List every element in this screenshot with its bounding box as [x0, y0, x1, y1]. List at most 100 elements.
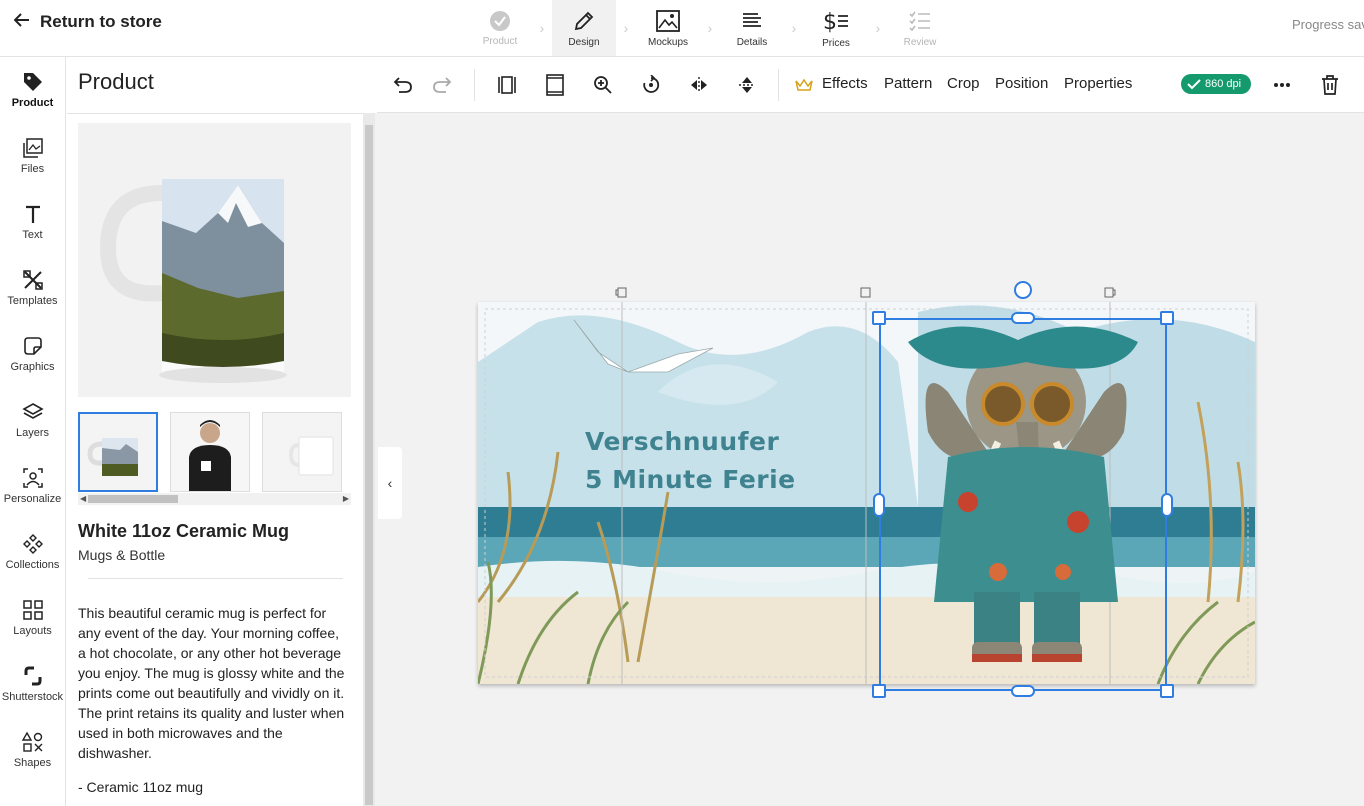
chevron-right-icon: ›	[791, 20, 797, 36]
properties-button[interactable]: Properties	[1064, 75, 1132, 92]
nav-shutterstock[interactable]: Shutterstock	[0, 651, 65, 717]
fit-width-icon[interactable]	[493, 71, 521, 99]
step-label: Prices	[822, 37, 850, 49]
divider	[67, 113, 363, 114]
nav-shapes[interactable]: Shapes	[0, 717, 65, 783]
progress-status: Progress saved	[1292, 17, 1364, 32]
step-product[interactable]: Product	[468, 0, 532, 56]
thumbnail-mug-front[interactable]	[78, 412, 158, 492]
image-icon	[656, 9, 680, 32]
nav-label: Layers	[15, 427, 50, 439]
step-design[interactable]: Design	[552, 0, 616, 56]
flip-vertical-icon[interactable]	[733, 71, 761, 99]
nav-layers[interactable]: Layers	[0, 387, 65, 453]
dpi-value: 860 dpi	[1205, 78, 1242, 90]
shutterstock-icon	[24, 666, 41, 686]
step-details[interactable]: Details	[720, 0, 784, 56]
product-main-image	[78, 123, 351, 397]
chevron-right-icon: ›	[875, 20, 881, 36]
step-mockups[interactable]: Mockups	[636, 0, 700, 56]
scroll-left-icon[interactable]: ◀	[80, 493, 86, 505]
nav-label: Text	[22, 229, 43, 241]
resize-handle-top-right[interactable]	[1160, 311, 1174, 325]
more-options-icon[interactable]	[1268, 71, 1296, 99]
nav-text[interactable]: Text	[0, 189, 65, 255]
scroll-thumb[interactable]	[88, 495, 178, 503]
nav-label: Graphics	[10, 361, 55, 373]
nav-label: Shapes	[13, 757, 52, 769]
dollar-icon: $	[823, 10, 848, 34]
nav-graphics[interactable]: Graphics	[0, 321, 65, 387]
step-label: Review	[903, 36, 937, 48]
dpi-badge: 860 dpi	[1181, 74, 1252, 94]
return-to-store-link[interactable]: Return to store	[13, 12, 162, 32]
thumbnail-mug-side[interactable]	[262, 412, 342, 492]
zoom-in-icon[interactable]	[589, 71, 617, 99]
mug-center-icon	[860, 287, 871, 298]
panel-scrollbar[interactable]	[363, 113, 375, 806]
nav-files[interactable]: Files	[0, 123, 65, 189]
rotate-handle[interactable]	[1014, 281, 1032, 299]
step-label: Details	[736, 36, 768, 48]
resize-handle-bottom[interactable]	[1011, 685, 1035, 697]
divider	[88, 578, 343, 579]
toolbar-separator	[474, 69, 475, 101]
shapes-icon	[21, 731, 42, 752]
undo-icon[interactable]	[389, 71, 417, 99]
step-label: Mockups	[647, 36, 688, 48]
redo-icon[interactable]	[428, 71, 456, 99]
scroll-thumb[interactable]	[365, 125, 373, 805]
arrow-left-icon	[13, 12, 30, 32]
fit-height-icon[interactable]	[541, 71, 569, 99]
nav-layouts[interactable]: Layouts	[0, 585, 65, 651]
step-prices[interactable]: $ Prices	[804, 0, 868, 56]
nav-label: Templates	[7, 295, 58, 307]
nav-personalize[interactable]: Personalize	[0, 453, 65, 519]
step-review[interactable]: Review	[888, 0, 952, 56]
pattern-button[interactable]: Pattern	[884, 75, 932, 92]
checklist-icon	[909, 11, 930, 31]
step-label: Design	[568, 36, 600, 48]
nav-collections[interactable]: Collections	[0, 519, 65, 585]
resize-handle-bottom-left[interactable]	[872, 684, 886, 698]
flip-horizontal-icon[interactable]	[685, 71, 713, 99]
rotate-icon[interactable]	[637, 71, 665, 99]
design-headline[interactable]: Verschnuufer 5 Minute Ferie	[585, 423, 796, 499]
nav-templates[interactable]: Templates	[0, 255, 65, 321]
product-name: White 11oz Ceramic Mug	[78, 521, 290, 541]
product-description: This beautiful ceramic mug is perfect fo…	[78, 605, 345, 761]
scroll-right-icon[interactable]: ▶	[343, 493, 349, 505]
thumbnail-person-holding-mug[interactable]	[170, 412, 250, 492]
chevron-left-icon: ‹	[387, 475, 393, 491]
collections-icon	[22, 534, 43, 554]
nav-label: Collections	[5, 559, 60, 571]
chevron-right-icon: ›	[539, 20, 545, 36]
resize-handle-top-left[interactable]	[872, 311, 886, 325]
thumbnail-scrollbar[interactable]: ◀ ▶	[78, 493, 351, 505]
panel-title: Product	[78, 69, 154, 94]
product-panel: Product ◀ ▶ White 11oz Ceramic Mug Mugs …	[67, 57, 363, 806]
nav-product[interactable]: Product	[0, 57, 65, 123]
resize-handle-top[interactable]	[1011, 312, 1035, 324]
product-category: Mugs & Bottle	[78, 547, 166, 563]
layouts-icon	[22, 600, 43, 620]
headline-line-1: Verschnuufer	[585, 427, 780, 456]
crop-button[interactable]: Crop	[947, 75, 980, 92]
check-circle-icon	[490, 10, 510, 31]
chevron-right-icon: ›	[707, 20, 713, 36]
resize-handle-bottom-right[interactable]	[1160, 684, 1174, 698]
headline-line-2: 5 Minute Ferie	[585, 465, 796, 494]
delete-icon[interactable]	[1316, 71, 1344, 99]
editor-toolbar: Effects Pattern Crop Position Properties…	[377, 57, 1364, 113]
selection-box[interactable]	[879, 318, 1167, 691]
layers-icon	[21, 403, 44, 419]
resize-handle-right[interactable]	[1161, 493, 1173, 517]
nav-label: Personalize	[3, 493, 62, 505]
position-button[interactable]: Position	[995, 75, 1048, 92]
wizard-steps: Product › Design › Mockups › Details › $…	[468, 0, 952, 56]
effects-button[interactable]: Effects	[822, 75, 868, 92]
collapse-panel-button[interactable]: ‹	[378, 447, 402, 519]
text-lines-icon	[743, 12, 761, 27]
resize-handle-left[interactable]	[873, 493, 885, 517]
files-icon	[22, 138, 43, 158]
